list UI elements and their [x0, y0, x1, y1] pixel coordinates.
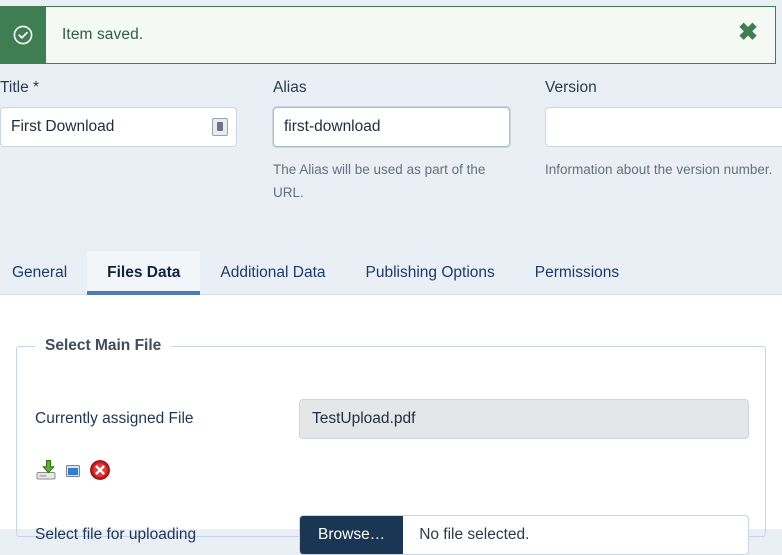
alias-field-group: Alias first-download The Alias will be u…	[273, 80, 545, 204]
alias-input-value: first-download	[284, 117, 381, 135]
tab-permissions-label: Permissions	[534, 263, 620, 281]
alias-label: Alias	[273, 79, 307, 96]
tab-additional-data[interactable]: Additional Data	[200, 251, 345, 294]
tab-publishing-options[interactable]: Publishing Options	[346, 251, 515, 294]
tab-bar: General Files Data Additional Data Publi…	[0, 251, 782, 295]
alert-success: Item saved. ✖	[0, 6, 776, 64]
file-actions	[35, 459, 111, 486]
delete-file-icon[interactable]	[89, 459, 111, 486]
currently-assigned-file-row: Currently assigned File TestUpload.pdf	[35, 399, 749, 439]
check-circle-icon	[0, 7, 46, 63]
title-input-value: First Download	[11, 117, 115, 135]
title-label: Title *	[0, 79, 40, 96]
currently-assigned-file-label: Currently assigned File	[35, 410, 194, 427]
title-input[interactable]: First Download	[0, 106, 237, 147]
tab-general-label: General	[12, 263, 68, 281]
alert-banner: Item saved. ✖	[0, 6, 782, 64]
version-label: Version	[545, 79, 597, 96]
files-data-panel: Select Main File Currently assigned File…	[0, 295, 782, 555]
tab-additional-data-label: Additional Data	[220, 263, 326, 281]
top-form-row: Title * First Download Alias first-downl…	[0, 80, 782, 204]
tab-general[interactable]: General	[0, 251, 87, 294]
password-manager-icon[interactable]	[212, 117, 228, 136]
tab-files-data[interactable]: Files Data	[87, 251, 201, 295]
alias-help-text: The Alias will be used as part of the UR…	[273, 161, 486, 200]
currently-assigned-file-input: TestUpload.pdf	[299, 399, 749, 439]
select-main-file-fieldset: Select Main File Currently assigned File…	[16, 337, 766, 555]
browse-button[interactable]: Browse…	[300, 516, 404, 554]
title-field-group: Title * First Download	[0, 80, 273, 204]
version-input[interactable]	[545, 106, 782, 147]
preview-window-icon[interactable]	[66, 464, 80, 482]
tab-files-data-label: Files Data	[107, 263, 181, 281]
tab-permissions[interactable]: Permissions	[515, 251, 639, 294]
tab-publishing-options-label: Publishing Options	[365, 263, 495, 281]
version-field-group: Version Information about the version nu…	[545, 80, 782, 204]
select-main-file-legend: Select Main File	[45, 337, 162, 354]
file-upload-status: No file selected.	[419, 526, 530, 543]
download-file-icon[interactable]	[35, 459, 57, 486]
close-icon[interactable]: ✖	[721, 7, 775, 63]
alert-message: Item saved.	[62, 26, 144, 43]
currently-assigned-file-value: TestUpload.pdf	[312, 410, 416, 427]
file-upload-input[interactable]: Browse… No file selected.	[299, 515, 749, 555]
select-file-upload-row: Select file for uploading Browse… No fil…	[35, 515, 749, 555]
version-help-text: Information about the version number.	[545, 161, 773, 177]
alias-input[interactable]: first-download	[273, 106, 510, 147]
